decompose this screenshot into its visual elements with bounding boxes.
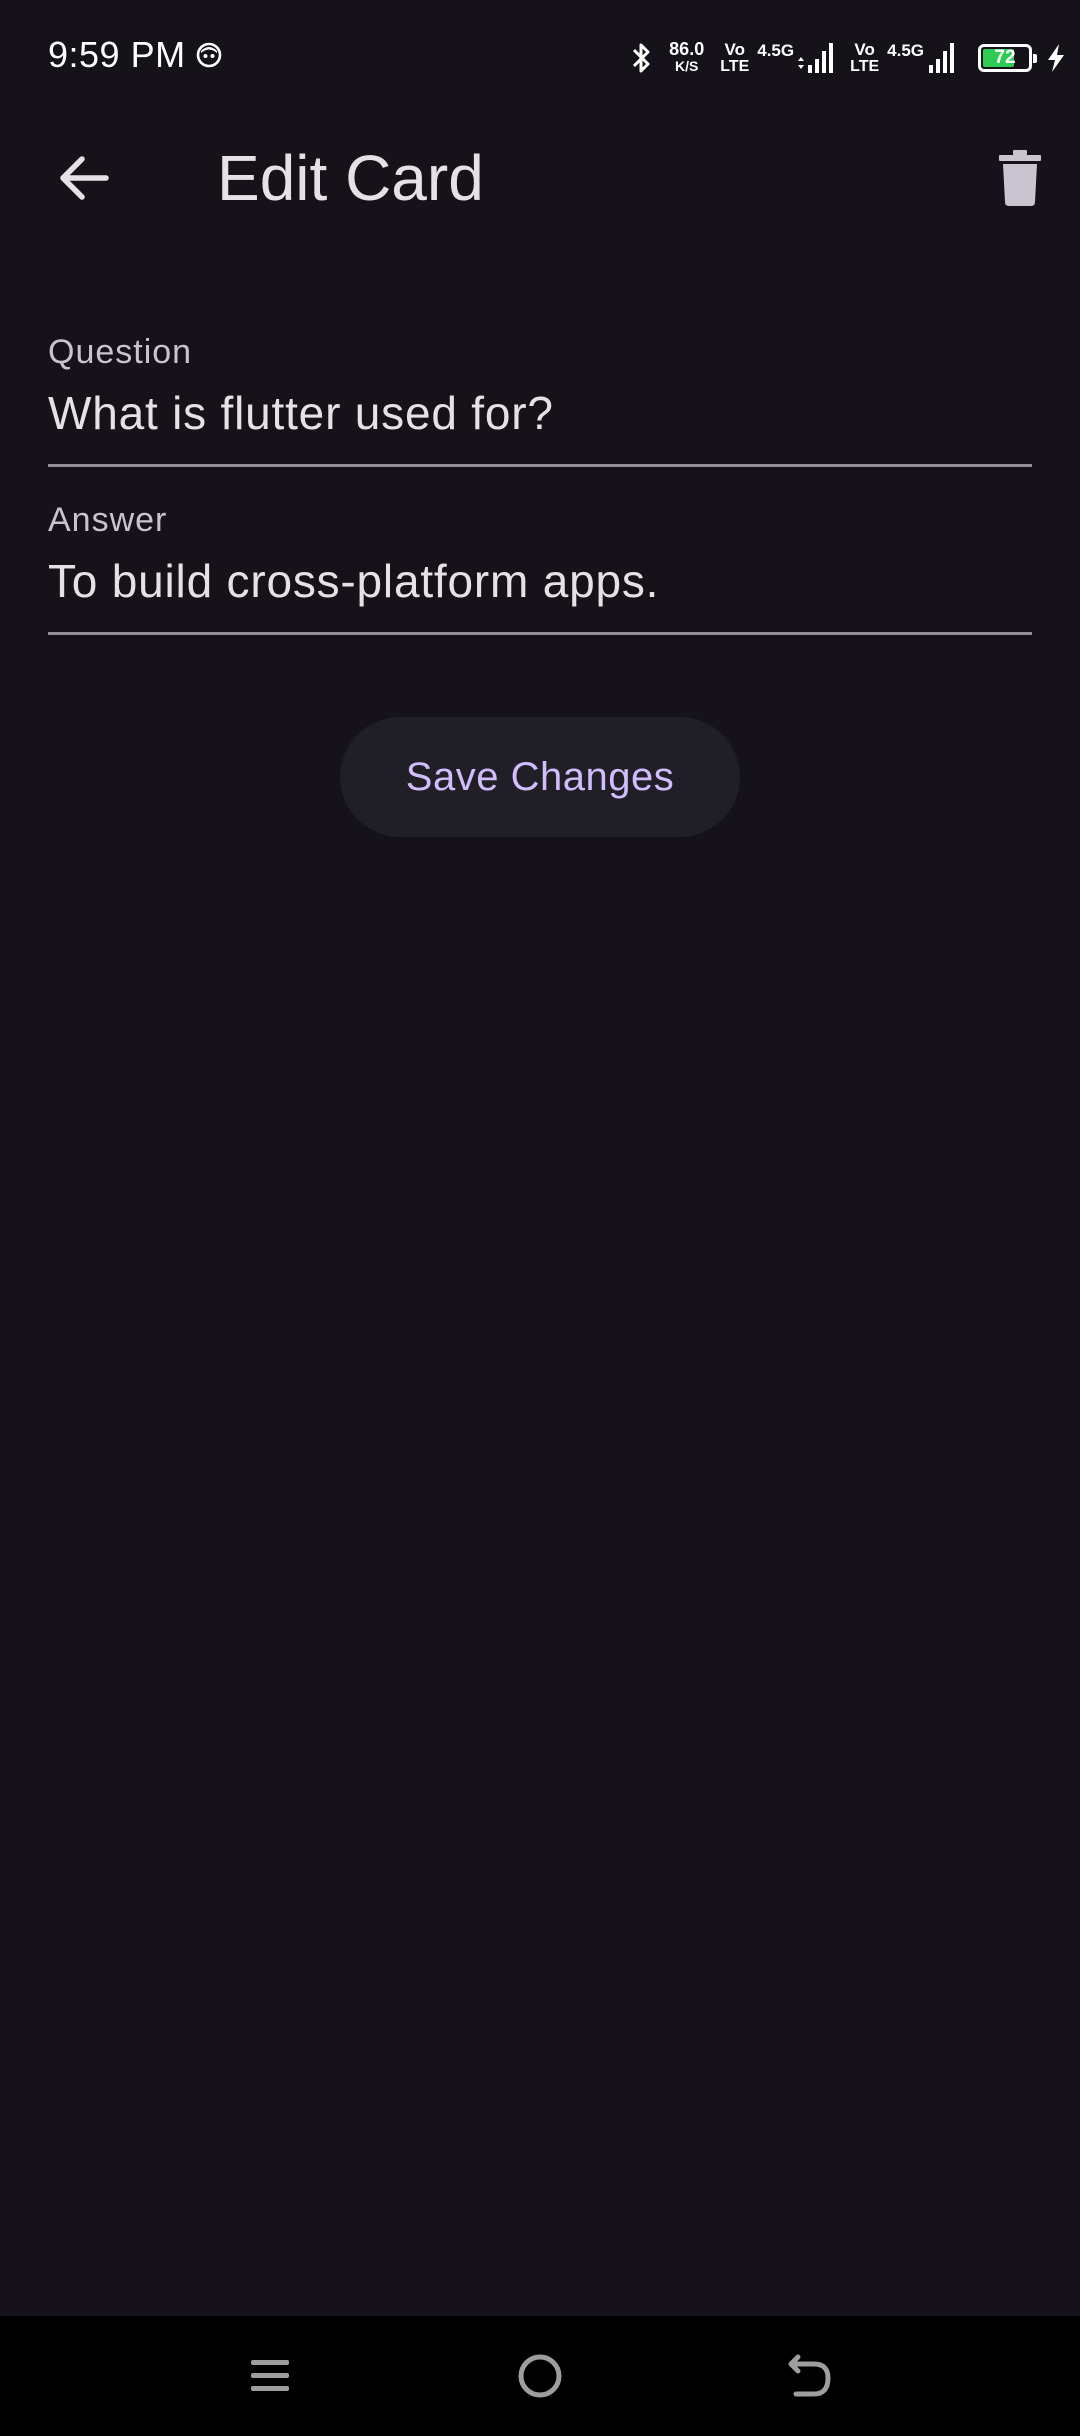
sim1-generation: 4.5G: [757, 41, 795, 60]
question-underline: [48, 464, 1032, 467]
save-changes-button[interactable]: Save Changes: [340, 717, 740, 837]
signal-icon: [798, 43, 834, 73]
trash-icon: [999, 150, 1041, 206]
sim2-volte: Vo LTE: [850, 41, 879, 75]
page-title: Edit Card: [217, 142, 484, 214]
back-button[interactable]: [40, 142, 128, 214]
question-input[interactable]: [48, 384, 1032, 442]
back-icon: [788, 2354, 831, 2397]
status-time: 9:59 PM: [48, 34, 186, 75]
answer-underline: [48, 632, 1032, 635]
battery-icon: 72: [978, 44, 1037, 72]
arrow-back-icon: [60, 156, 109, 200]
answer-field[interactable]: Answer: [48, 500, 1032, 635]
sim1-volte-top: Vo: [724, 40, 745, 59]
answer-label: Answer: [48, 501, 168, 539]
question-label: Question: [48, 333, 193, 371]
notification-face-icon: [196, 42, 222, 68]
question-field[interactable]: Question: [48, 332, 1032, 467]
network-speed: 86.0 K/S: [669, 39, 705, 75]
sim2-signal: 4.5G: [887, 41, 958, 75]
sim2-volte-bottom: LTE: [850, 58, 880, 75]
sim2-generation: 4.5G: [887, 41, 924, 60]
app-bar: Edit Card: [0, 118, 1080, 238]
answer-input[interactable]: [48, 552, 1032, 610]
status-icons: 86.0 K/S Vo LTE 4.5G Vo LTE 4.5G 72: [627, 36, 1066, 80]
sim1-volte-bottom: LTE: [720, 58, 750, 75]
charging-bolt-icon: [1048, 44, 1064, 72]
status-bar: 9:59 PM 86.0 K/S Vo LTE 4.5G Vo LTE 4.5G…: [0, 0, 1080, 118]
network-speed-value: 86.0: [669, 39, 705, 59]
home-icon: [518, 2354, 562, 2398]
signal-icon: [929, 43, 954, 73]
network-speed-unit: K/S: [675, 58, 699, 74]
sim2-volte-top: Vo: [854, 40, 875, 59]
sim1-signal: 4.5G: [757, 41, 836, 75]
home-button[interactable]: [490, 2336, 590, 2416]
system-nav-bar: [0, 2316, 1080, 2436]
menu-icon: [251, 2360, 289, 2391]
bluetooth-icon: [633, 43, 650, 73]
edit-card-screen: 9:59 PM 86.0 K/S Vo LTE 4.5G Vo LTE 4.5G…: [0, 0, 1080, 2436]
system-back-button[interactable]: [760, 2336, 860, 2416]
delete-card-button[interactable]: [982, 140, 1058, 216]
battery-level: 72: [994, 47, 1016, 68]
sim1-volte: Vo LTE: [720, 41, 749, 75]
recents-button[interactable]: [220, 2336, 320, 2416]
